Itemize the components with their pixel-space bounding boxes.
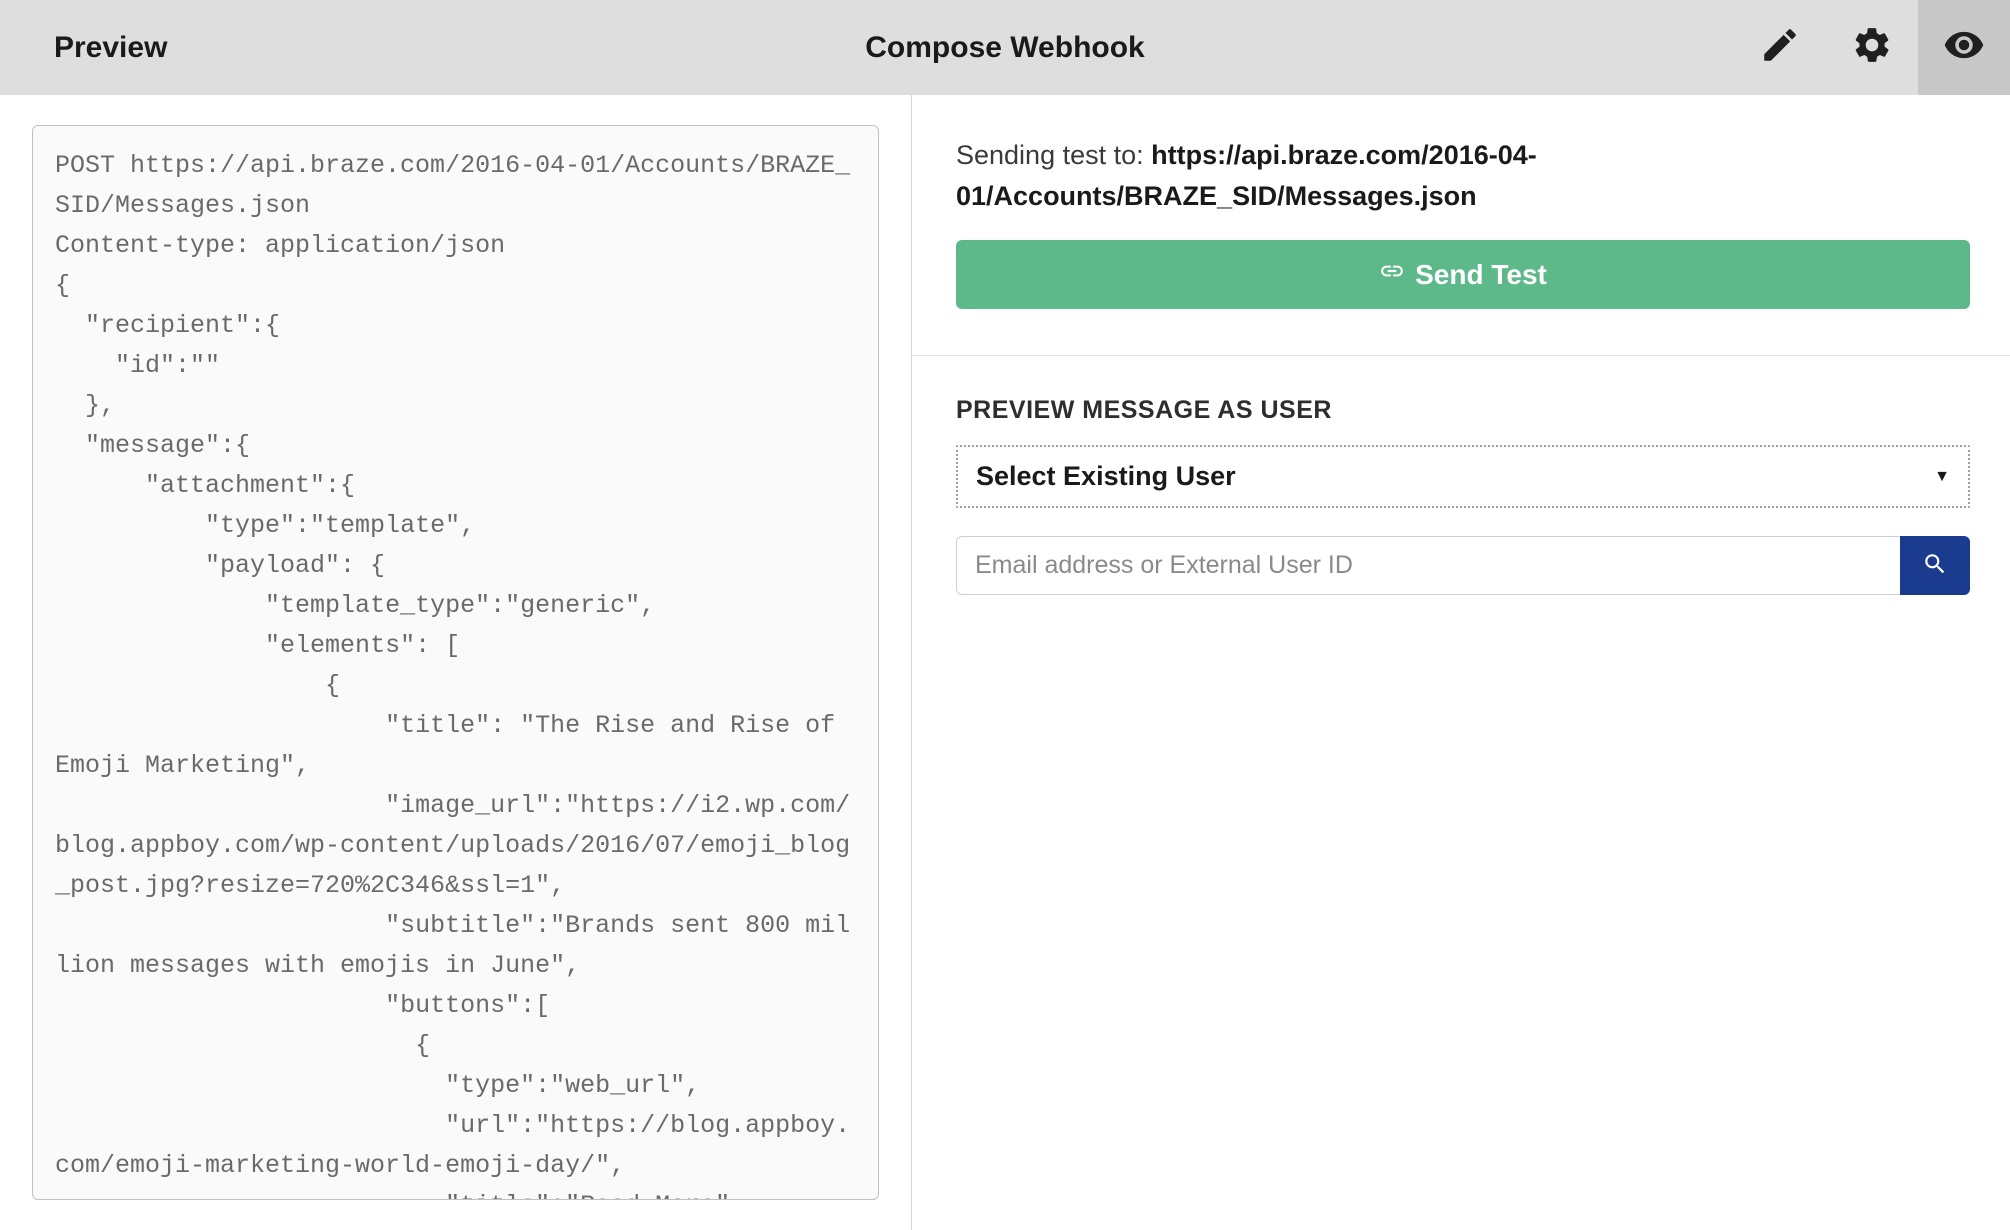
link-icon: [1379, 258, 1405, 291]
sending-test-label: Sending test to: https://api.braze.com/2…: [956, 135, 1970, 216]
page-title: Compose Webhook: [865, 31, 1144, 65]
main-content: POST https://api.braze.com/2016-04-01/Ac…: [0, 95, 2010, 1230]
preview-user-label: PREVIEW MESSAGE AS USER: [956, 396, 1970, 425]
test-panel: Sending test to: https://api.braze.com/2…: [912, 95, 2010, 1230]
header-actions: [1734, 0, 2010, 95]
chevron-down-icon: ▼: [1934, 468, 1950, 486]
divider: [912, 355, 2010, 356]
edit-tab[interactable]: [1734, 0, 1826, 95]
user-select-dropdown[interactable]: Select Existing User ▼: [956, 445, 1970, 508]
pencil-icon: [1759, 24, 1801, 71]
preview-panel: POST https://api.braze.com/2016-04-01/Ac…: [0, 95, 912, 1230]
preview-title: Preview: [54, 31, 167, 65]
preview-tab[interactable]: [1918, 0, 2010, 95]
user-search-row: [956, 536, 1970, 595]
send-test-label: Send Test: [1415, 259, 1547, 291]
user-select-value: Select Existing User: [976, 461, 1236, 492]
sending-test-prefix: Sending test to:: [956, 140, 1151, 170]
request-preview: POST https://api.braze.com/2016-04-01/Ac…: [32, 125, 879, 1200]
settings-tab[interactable]: [1826, 0, 1918, 95]
user-search-input[interactable]: [956, 536, 1900, 595]
user-search-button[interactable]: [1900, 536, 1970, 595]
eye-icon: [1943, 24, 1985, 71]
search-icon: [1922, 551, 1948, 580]
send-test-button[interactable]: Send Test: [956, 240, 1970, 309]
gear-icon: [1851, 24, 1893, 71]
header-bar: Preview Compose Webhook: [0, 0, 2010, 95]
